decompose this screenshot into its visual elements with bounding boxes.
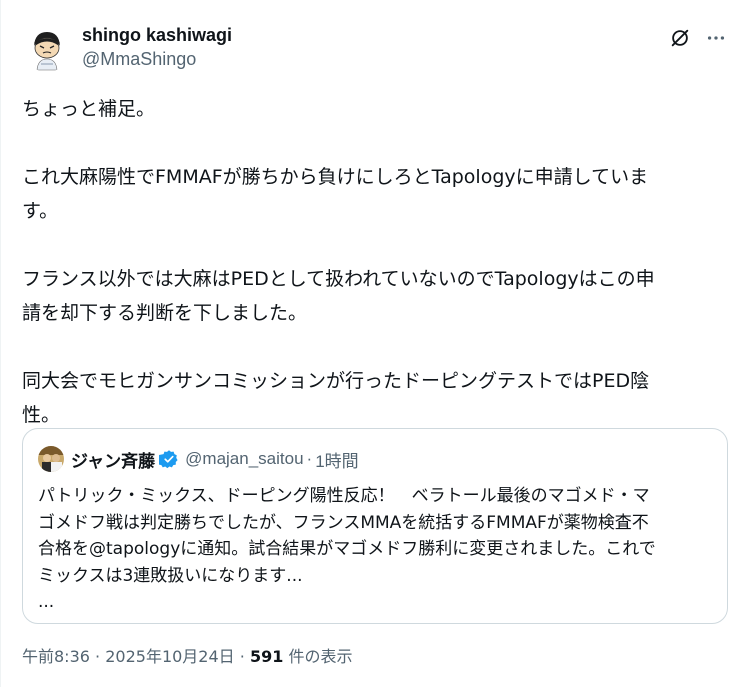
- tweet-actions: [667, 25, 729, 51]
- views-count[interactable]: 591: [250, 647, 283, 666]
- quoted-tweet-text: パトリック・ミックス、ドーピング陽性反応！ ベラトール最後のマゴメド・マ ゴメド…: [38, 483, 716, 616]
- tweet-line: フランス以外では大麻はPEDとして扱われていないのでTapologyはこの申: [22, 268, 655, 290]
- tweet-line: ちょっと補足。: [22, 98, 156, 120]
- quoted-line: ...: [38, 592, 55, 612]
- quoted-author-avatar: [38, 446, 64, 472]
- timeline-border: [0, 0, 1, 687]
- tweet-text: ちょっと補足。 これ大麻陽性でFMMAFが勝ちから負けにしろとTapologyに…: [22, 92, 722, 432]
- quoted-tweet[interactable]: ジャン斉藤 @majan_saitou · 1時間 パトリック・ミックス、ドーピ…: [22, 428, 728, 624]
- tweet-line: 性。: [22, 404, 61, 426]
- quoted-line: ゴメドフ戦は判定勝ちでしたが、フランスMMAを統括するFMMAFが薬物検査不: [38, 512, 649, 533]
- author-handle[interactable]: @MmaShingo: [82, 47, 232, 71]
- views-label: 件の表示: [288, 647, 353, 666]
- quoted-line: パトリック・ミックス、ドーピング陽性反応！ ベラトール最後のマゴメド・マ: [38, 486, 650, 506]
- more-icon: [707, 36, 725, 40]
- separator-dot: ·: [306, 449, 313, 468]
- author-info: shingo kashiwagi @MmaShingo: [82, 23, 232, 71]
- author-name[interactable]: shingo kashiwagi: [82, 23, 232, 47]
- grok-icon: [671, 29, 689, 47]
- tweet-line: 同大会でモヒガンサンコミッションが行ったドーピングテストではPED陰: [22, 370, 650, 392]
- post-time[interactable]: 午前8:36: [22, 647, 90, 666]
- quoted-line: ミックスは3連敗扱いになります...: [38, 565, 303, 586]
- tweet-line: 請を却下する判断を下しました。: [22, 302, 308, 324]
- quoted-author-name: ジャン斉藤: [71, 451, 156, 472]
- quoted-timestamp: 1時間: [315, 451, 359, 471]
- quoted-line: 合格を@tapologyに通知。試合結果がマゴメドフ勝利に変更されました。これで: [38, 539, 656, 559]
- grok-button[interactable]: [667, 25, 693, 51]
- post-date[interactable]: 2025年10月24日: [105, 647, 234, 666]
- separator-dot: ·: [95, 647, 101, 666]
- more-options-button[interactable]: [703, 25, 729, 51]
- quoted-header: ジャン斉藤 @majan_saitou · 1時間: [71, 446, 359, 472]
- separator-dot: ·: [239, 647, 245, 666]
- tweet-line: す。: [22, 200, 59, 222]
- verified-badge-icon: [159, 449, 179, 469]
- quoted-author-handle: @majan_saitou: [185, 449, 304, 468]
- tweet-line: これ大麻陽性でFMMAFが勝ちから負けにしろとTapologyに申請していま: [22, 166, 649, 188]
- tweet-meta: 午前8:36 · 2025年10月24日 · 591 件の表示: [22, 646, 352, 668]
- author-avatar[interactable]: [24, 26, 70, 72]
